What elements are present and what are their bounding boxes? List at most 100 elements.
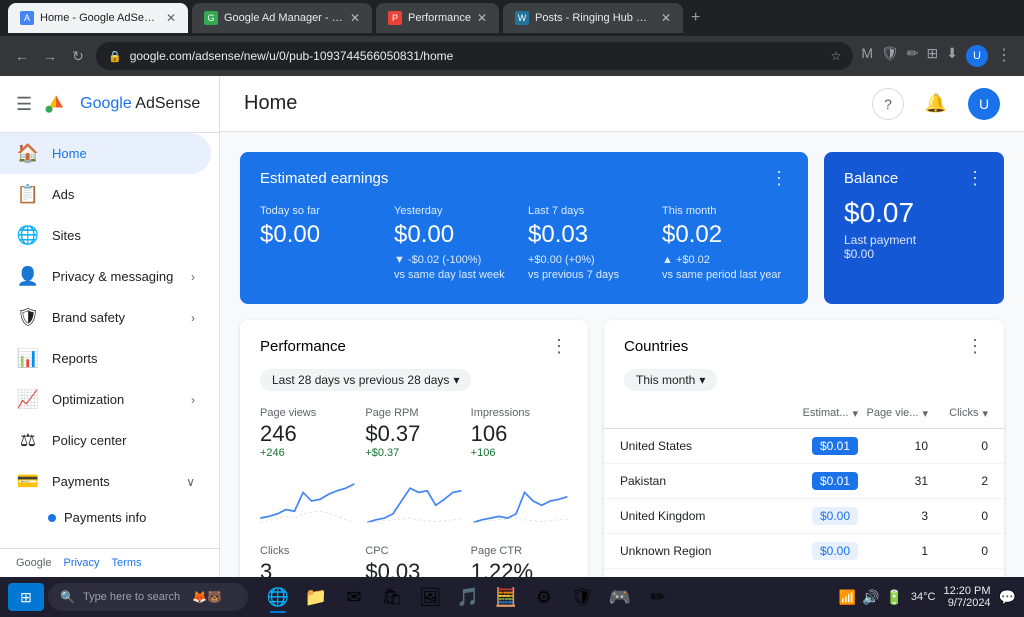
bookmark-icon[interactable]: ☆: [831, 49, 842, 63]
optimization-chevron: ›: [191, 393, 195, 407]
taskbar-app-shield[interactable]: 🛡: [564, 579, 600, 615]
sidebar-label-sites: Sites: [52, 228, 195, 243]
sidebar-item-ads[interactable]: 📋 Ads: [0, 174, 211, 215]
tab-adsense[interactable]: A Home - Google AdSense ✕: [8, 3, 188, 33]
country-clicks: 0: [928, 544, 988, 558]
start-button[interactable]: ⊞: [8, 583, 44, 611]
sidebar-item-brand[interactable]: 🛡 Brand safety ›: [0, 297, 211, 338]
sidebar-item-sites[interactable]: 🌐 Sites: [0, 215, 211, 256]
sidebar-item-payments[interactable]: 💳 Payments ∨: [0, 461, 211, 502]
tab-close-admanager[interactable]: ✕: [350, 11, 360, 25]
user-avatar[interactable]: U: [968, 88, 1000, 120]
balance-header: Balance ⋮: [844, 168, 984, 189]
sidebar-item-optimization[interactable]: 📈 Optimization ›: [0, 379, 211, 420]
page-views-value: 246: [260, 421, 357, 447]
shield-icon[interactable]: 🛡: [881, 45, 899, 67]
download-icon[interactable]: ⬇: [946, 45, 958, 67]
performance-menu-icon[interactable]: ⋮: [550, 336, 568, 357]
main-content: Estimated earnings ⋮ Today so far $0.00 …: [220, 132, 1024, 577]
top-row: Estimated earnings ⋮ Today so far $0.00 …: [240, 152, 1004, 304]
date-display: 9/7/2024: [943, 597, 990, 609]
balance-menu-icon[interactable]: ⋮: [966, 168, 984, 189]
today-label: Today so far: [260, 205, 386, 217]
menu-icon[interactable]: ⋮: [996, 45, 1012, 67]
metric-page-views: Page views 246 +246: [260, 407, 357, 459]
profile-avatar[interactable]: U: [966, 45, 988, 67]
browser-controls: ← → ↻ 🔒 google.com/adsense/new/u/0/pub-1…: [0, 36, 1024, 76]
sidebar-item-reports[interactable]: 📊 Reports: [0, 338, 211, 379]
taskbar-app-photos[interactable]: 🖼: [412, 579, 448, 615]
tab-admanager[interactable]: G Google Ad Manager - Home ✕: [192, 3, 372, 33]
address-text[interactable]: google.com/adsense/new/u/0/pub-109374456…: [130, 49, 831, 63]
notifications-icon[interactable]: 💬: [999, 589, 1016, 606]
col-clicks-label: Clicks: [949, 407, 978, 419]
tab-close-wordpress[interactable]: ✕: [661, 11, 671, 25]
help-button[interactable]: ?: [872, 88, 904, 120]
tab-wordpress[interactable]: W Posts - Ringing Hub — WordPr... ✕: [503, 3, 683, 33]
page-rpm-value: $0.37: [365, 421, 462, 447]
thismonth-change2: vs same period last year: [662, 268, 788, 283]
metric-cpc: CPC $0.03 +$0.03: [365, 545, 462, 577]
taskbar: ⊞ 🔍 Type here to search 🦊🐻 🌐 📁 ✉ 🛍 🖼 🎵 🧮…: [0, 577, 1024, 617]
taskbar-app-game[interactable]: 🎮: [602, 579, 638, 615]
countries-card: Countries ⋮ This month ▾ Estimat...: [604, 320, 1004, 577]
home-icon: 🏠: [16, 143, 40, 164]
taskbar-app-settings[interactable]: ⚙: [526, 579, 562, 615]
countries-header: Countries ⋮: [604, 320, 1004, 365]
col-clicks[interactable]: Clicks ▾: [928, 407, 988, 420]
col-page-views[interactable]: Page vie... ▾: [858, 407, 928, 420]
tab-close-adsense[interactable]: ✕: [166, 11, 176, 25]
tab-title-adsense: Home - Google AdSense: [40, 12, 160, 24]
clicks-value: 3: [260, 559, 357, 577]
performance-title: Performance: [260, 338, 346, 355]
address-bar[interactable]: 🔒 google.com/adsense/new/u/0/pub-1093744…: [96, 42, 853, 70]
sidebar-item-home[interactable]: 🏠 Home: [0, 133, 211, 174]
sidebar-item-payments-info[interactable]: Payments info: [48, 502, 219, 533]
performance-charts: [240, 467, 588, 537]
col-estimate-label: Estimat...: [803, 407, 849, 419]
taskbar-app-files[interactable]: 📁: [298, 579, 334, 615]
new-tab-button[interactable]: +: [691, 9, 700, 27]
footer-terms[interactable]: Terms: [112, 557, 142, 569]
tab-title-performance: Performance: [408, 12, 471, 24]
page-ctr-label: Page CTR: [471, 545, 568, 557]
taskbar-app-mail[interactable]: ✉: [336, 579, 372, 615]
extension-icon[interactable]: ✏: [907, 45, 919, 67]
yesterday-label: Yesterday: [394, 205, 520, 217]
refresh-button[interactable]: ↻: [68, 46, 88, 66]
optimization-icon: 📈: [16, 389, 40, 410]
taskbar-app-browser[interactable]: 🌐: [260, 579, 296, 615]
sidebar-label-ads: Ads: [52, 187, 195, 202]
thismonth-earnings: This month $0.02 ▲ +$0.02 vs same period…: [662, 205, 788, 284]
taskbar-app-calc[interactable]: 🧮: [488, 579, 524, 615]
back-button[interactable]: ←: [12, 46, 32, 66]
payments-info-dot: [48, 514, 56, 522]
payments-info-label: Payments info: [64, 510, 146, 525]
performance-filter[interactable]: Last 28 days vs previous 28 days ▾: [260, 369, 471, 391]
apps-icon[interactable]: ⊞: [927, 45, 939, 67]
col-country: [620, 407, 778, 420]
taskbar-app-music[interactable]: 🎵: [450, 579, 486, 615]
tab-close-performance[interactable]: ✕: [477, 11, 487, 25]
notifications-button[interactable]: 🔔: [920, 88, 952, 120]
page-views-label: Page views: [260, 407, 357, 419]
profile-icon[interactable]: M: [861, 45, 873, 67]
metric-page-rpm: Page RPM $0.37 +$0.37: [365, 407, 462, 459]
performance-header: Performance ⋮: [240, 320, 588, 365]
sidebar-item-privacy[interactable]: 👤 Privacy & messaging ›: [0, 256, 211, 297]
taskbar-app-edit[interactable]: ✏: [640, 579, 676, 615]
hamburger-menu[interactable]: ☰: [16, 94, 32, 115]
earnings-menu-icon[interactable]: ⋮: [770, 168, 788, 189]
sites-icon: 🌐: [16, 225, 40, 246]
countries-menu-icon[interactable]: ⋮: [966, 336, 984, 357]
forward-button[interactable]: →: [40, 46, 60, 66]
tab-performance[interactable]: P Performance ✕: [376, 3, 499, 33]
topbar: Home ? 🔔 U: [220, 76, 1024, 132]
browser-tab-bar: A Home - Google AdSense ✕ G Google Ad Ma…: [0, 0, 1024, 36]
footer-privacy[interactable]: Privacy: [63, 557, 99, 569]
col-estimate[interactable]: Estimat... ▾: [778, 407, 858, 420]
countries-filter-pill[interactable]: This month ▾: [624, 369, 717, 391]
taskbar-search[interactable]: 🔍 Type here to search 🦊🐻: [48, 583, 248, 611]
sidebar-item-policy[interactable]: ⚖ Policy center: [0, 420, 211, 461]
taskbar-app-store[interactable]: 🛍: [374, 579, 410, 615]
